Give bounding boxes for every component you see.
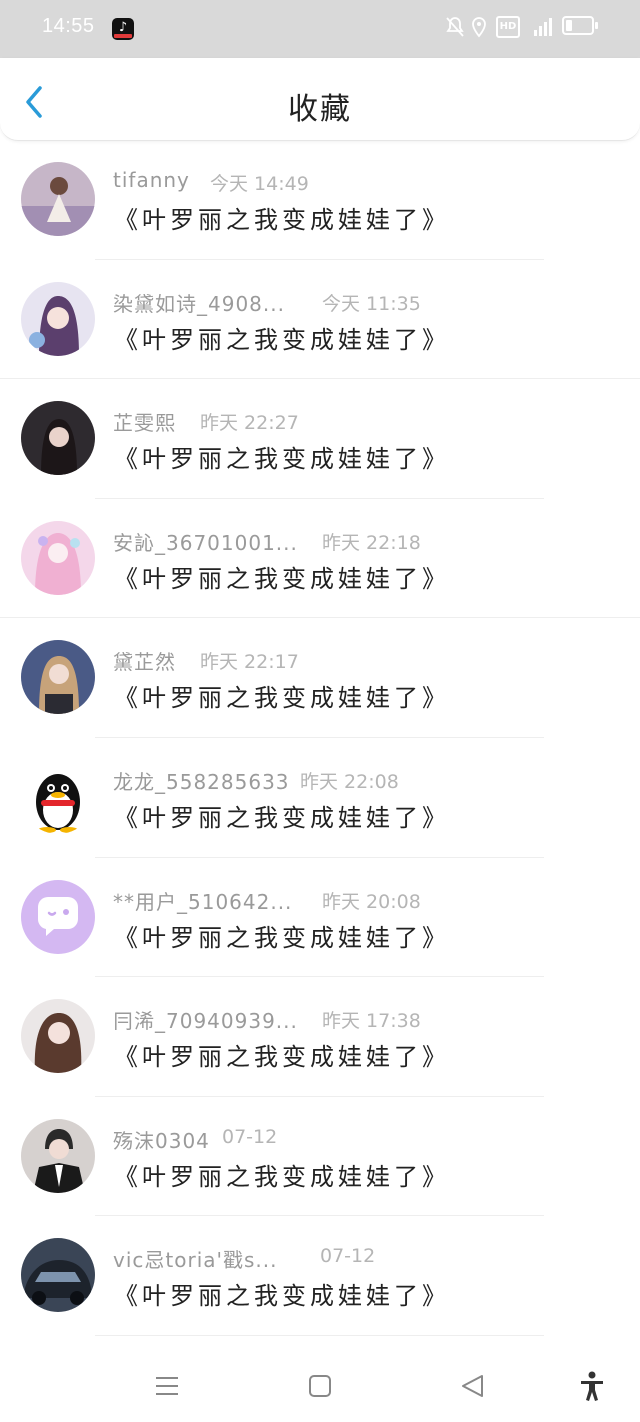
back-triangle-icon [462,1375,483,1397]
list-item[interactable]: 黛芷然 昨天 22:17 《叶罗丽之我变成娃娃了》 [0,618,640,738]
favorite-title[interactable]: 《叶罗丽之我变成娃娃了》 [114,200,450,235]
list-item[interactable]: 染黛如诗_4908... 今天 11:35 《叶罗丽之我变成娃娃了》 [0,260,640,380]
username[interactable]: 芷雯熙 [113,407,176,436]
divider [95,1334,544,1336]
avatar[interactable] [21,759,95,834]
accessibility-button[interactable] [574,1370,610,1402]
favorite-title[interactable]: 《叶罗丽之我变成娃娃了》 [114,320,450,355]
favorites-list: tifanny 今天 14:49 《叶罗丽之我变成娃娃了》 染黛如诗_4908.… [0,140,640,1336]
username[interactable]: 黛芷然 [113,646,176,675]
avatar[interactable] [21,520,95,595]
menu-icon [156,1377,178,1395]
favorite-title[interactable]: 《叶罗丽之我变成娃娃了》 [114,1276,450,1311]
avatar[interactable] [21,281,95,356]
avatar[interactable] [21,1238,95,1313]
username[interactable]: vic忌toria'戳s... [113,1244,278,1273]
avatar[interactable] [21,879,95,954]
list-item[interactable]: vic忌toria'戳s... 07-12 《叶罗丽之我变成娃娃了》 [0,1216,640,1336]
header: 收藏 [0,58,640,141]
timestamp: 07-12 [222,1125,278,1148]
timestamp: 昨天 22:27 [200,412,299,435]
timestamp: 今天 14:49 [210,173,309,195]
qq-penguin-icon [21,759,95,834]
mute-bell-icon [445,16,465,42]
timestamp: 昨天 20:08 [322,890,421,913]
username[interactable]: tifanny [113,168,190,192]
favorite-title[interactable]: 《叶罗丽之我变成娃娃了》 [114,798,450,833]
favorite-title[interactable]: 《叶罗丽之我变成娃娃了》 [114,1037,450,1072]
username[interactable]: 殇沫0304 [113,1125,210,1154]
page-title: 收藏 [288,92,352,127]
timestamp: 昨天 22:18 [322,531,421,554]
battery-icon [562,16,598,35]
username[interactable]: **用户_510642... [113,886,292,915]
favorite-title[interactable]: 《叶罗丽之我变成娃娃了》 [114,1157,450,1192]
home-square-icon [309,1375,331,1397]
list-item[interactable]: **用户_510642... 昨天 20:08 《叶罗丽之我变成娃娃了》 [0,858,640,978]
tiktok-icon: ♪ [112,18,134,40]
timestamp: 07-12 [320,1245,376,1268]
back-nav-button[interactable] [455,1370,491,1402]
username[interactable]: 安訫_36701001... [113,527,298,556]
favorite-title[interactable]: 《叶罗丽之我变成娃娃了》 [114,678,450,713]
timestamp: 昨天 17:38 [322,1010,421,1033]
system-navbar [0,1350,640,1422]
timestamp: 今天 11:35 [322,292,421,315]
status-bar: 14:55 ♪ HD [0,0,640,58]
favorite-title[interactable]: 《叶罗丽之我变成娃娃了》 [114,918,450,953]
menu-button[interactable] [150,1370,186,1402]
username[interactable]: 龙龙_558285633 [113,766,290,795]
list-item[interactable]: tifanny 今天 14:49 《叶罗丽之我变成娃娃了》 [0,140,640,260]
favorite-title[interactable]: 《叶罗丽之我变成娃娃了》 [114,439,450,474]
list-item[interactable]: 安訫_36701001... 昨天 22:18 《叶罗丽之我变成娃娃了》 [0,499,640,619]
list-item[interactable]: 芷雯熙 昨天 22:27 《叶罗丽之我变成娃娃了》 [0,379,640,499]
list-item[interactable]: 冃浠_70940939... 昨天 17:38 《叶罗丽之我变成娃娃了》 [0,977,640,1097]
username[interactable]: 冃浠_70940939... [113,1005,298,1034]
avatar[interactable] [21,162,95,236]
avatar[interactable] [21,1118,95,1193]
avatar[interactable] [21,640,95,715]
avatar[interactable] [21,401,95,476]
home-button[interactable] [302,1370,338,1402]
list-item[interactable]: 龙龙_558285633 昨天 22:08 《叶罗丽之我变成娃娃了》 [0,738,640,858]
chat-bubble-icon [21,879,95,954]
avatar[interactable] [21,999,95,1074]
timestamp: 昨天 22:08 [300,770,399,793]
favorite-title[interactable]: 《叶罗丽之我变成娃娃了》 [114,559,450,594]
location-icon [470,16,488,42]
timestamp: 昨天 22:17 [200,651,299,674]
username[interactable]: 染黛如诗_4908... [113,288,285,317]
status-time: 14:55 [42,15,95,37]
list-item[interactable]: 殇沫0304 07-12 《叶罗丽之我变成娃娃了》 [0,1097,640,1217]
accessibility-icon [581,1371,603,1401]
signal-icon [522,16,554,42]
hd-icon: HD [496,16,520,38]
